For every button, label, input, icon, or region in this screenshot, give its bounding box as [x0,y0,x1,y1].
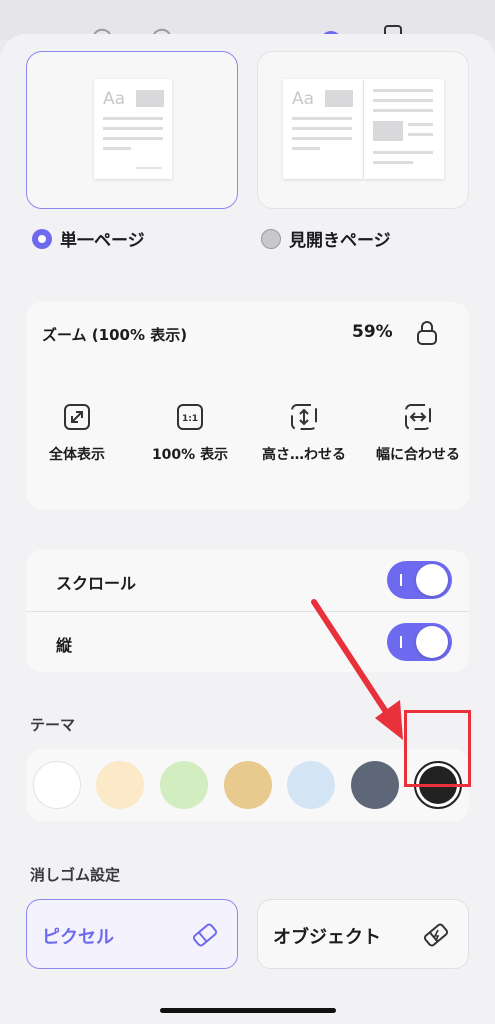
fit-height-icon [289,402,319,432]
vertical-label: 縦 [56,636,73,655]
scroll-toggle-card: スクロール 縦 [26,550,469,672]
pixel-eraser-button[interactable]: ピクセル [26,899,238,969]
lock-icon[interactable] [416,320,438,346]
object-eraser-button[interactable]: オブジェクト [257,899,469,969]
fit-width-button[interactable]: 幅に合わせる [363,402,473,464]
single-page-label: 単一ページ [60,231,145,251]
radio-selected-icon[interactable] [32,228,52,249]
theme-label: テーマ [30,716,76,734]
vertical-toggle-row: 縦 [26,612,469,673]
theme-swatch-white[interactable] [33,761,81,809]
spread-page-label: 見開きページ [289,231,391,251]
theme-swatch-blue[interactable] [287,761,335,809]
scroll-toggle-row: スクロール [26,550,469,611]
preview-aa-text: Aa [292,89,315,109]
fit-width-icon [403,402,433,432]
zoom-value: 59% [352,322,393,342]
vertical-switch[interactable] [387,623,452,661]
fit-all-icon [62,402,92,432]
spread-page-card[interactable]: Aa [257,51,469,209]
fit-height-label: 高さ…わせる [262,447,346,463]
settings-sheet: Aa Aa 単一ページ 見開きページ ズーム (100% 表示) 59% 全体表… [0,34,495,1024]
theme-card [26,749,469,821]
zoom-title: ズーム (100% 表示) [42,326,188,344]
actual-size-icon: 1:1 [175,402,205,432]
preview-aa-text: Aa [103,89,126,109]
svg-text:1:1: 1:1 [182,414,198,424]
eraser-settings-label: 消しゴム設定 [30,866,121,884]
scroll-label: スクロール [56,574,137,593]
theme-swatch-green[interactable] [160,761,208,809]
single-page-preview: Aa [94,79,172,179]
actual-size-button[interactable]: 1:1 100% 表示 [135,402,245,464]
radio-unselected-icon[interactable] [261,228,281,249]
scroll-switch[interactable] [387,561,452,599]
theme-swatch-cream[interactable] [96,761,144,809]
theme-swatch-tan[interactable] [224,761,272,809]
object-eraser-icon [422,921,450,949]
zoom-card: ズーム (100% 表示) 59% 全体表示 1:1 100% 表示 高さ…わせ… [26,302,469,510]
spread-right-preview [364,79,444,179]
fit-width-label: 幅に合わせる [376,447,460,463]
home-indicator [160,1008,336,1013]
spread-page-option[interactable]: 見開きページ [261,226,391,251]
object-eraser-label: オブジェクト [273,927,381,948]
single-page-card[interactable]: Aa [26,51,238,209]
fit-all-button[interactable]: 全体表示 [22,402,132,464]
pixel-eraser-label: ピクセル [42,927,114,948]
fit-height-button[interactable]: 高さ…わせる [249,402,359,464]
spread-left-preview: Aa [283,79,363,179]
theme-swatch-slate[interactable] [351,761,399,809]
fit-all-label: 全体表示 [49,447,105,463]
actual-size-label: 100% 表示 [151,447,229,463]
single-page-option[interactable]: 単一ページ [32,226,145,251]
eraser-icon [191,921,219,949]
annotation-highlight-box [404,710,471,787]
